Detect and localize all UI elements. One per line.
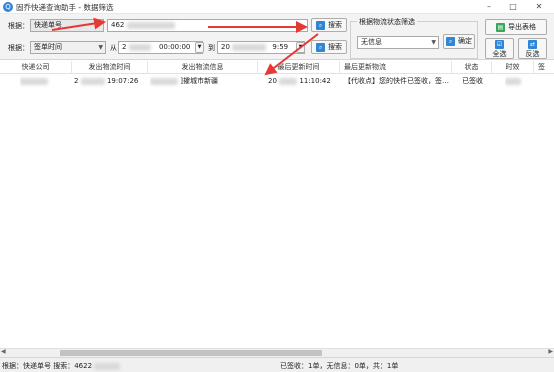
from-label: 从 — [110, 44, 117, 52]
column-header-extra[interactable]: 签 — [534, 61, 554, 74]
excel-icon: ▤ — [496, 22, 505, 32]
status-filter-group: 根据物流状态筛选 无信息 ▼ ⌕ 确定 — [350, 17, 478, 59]
filter-icon: ⌕ — [446, 36, 455, 46]
time-type-combo[interactable]: 签单时间 ▼ — [30, 41, 106, 54]
horizontal-scrollbar[interactable]: ◀ ▶ — [0, 348, 554, 357]
filter-by-label-2: 根据： — [8, 44, 29, 52]
column-header-company[interactable]: 快递公司 — [0, 61, 72, 74]
filter-type-combo[interactable]: 快递单号 — [30, 19, 104, 32]
invert-selection-button[interactable]: ⇄ 反选 — [518, 38, 547, 59]
status-summary: 已签收：1单，无信息：0单，共：1单 — [280, 362, 399, 370]
redacted-text — [126, 21, 175, 29]
scroll-right-icon[interactable]: ▶ — [548, 348, 553, 355]
filter-toolbar: 根据： 快递单号 462 ⌕ 搜索 根据： 签单时间 ▼ 从 2 00:00:00… — [0, 14, 554, 60]
select-all-icon: ☑ — [495, 40, 504, 49]
status-query-text: 根据：快递单号 搜索：4622 — [2, 361, 121, 371]
time-type-value: 签单时间 — [34, 43, 62, 51]
app-logo-icon: Q — [3, 2, 13, 12]
cell-send-info: ]攉城市新疆 — [150, 74, 258, 88]
window-title: 固乔快递查询助手 - 数据筛选 — [16, 3, 114, 12]
search-icon: ⌕ — [316, 42, 325, 52]
confirm-button[interactable]: ⌕ 确定 — [443, 34, 475, 49]
column-header-status[interactable]: 状态 — [452, 61, 492, 74]
maximize-button[interactable]: □ — [502, 0, 524, 14]
search-icon: ⌕ — [316, 20, 325, 30]
column-header-update-time[interactable]: 最后更新时间 — [258, 61, 340, 74]
to-date-dropdown[interactable]: ▼ — [296, 42, 305, 53]
chevron-down-icon: ▼ — [431, 39, 436, 46]
filter-type-value: 快递单号 — [34, 21, 62, 29]
minimize-button[interactable]: – — [478, 0, 500, 14]
from-date-dropdown[interactable]: ▼ — [195, 42, 204, 53]
cell-company — [20, 74, 60, 88]
export-table-button[interactable]: ▤ 导出表格 — [485, 19, 547, 35]
redacted-text — [20, 77, 48, 85]
scroll-left-icon[interactable]: ◀ — [1, 348, 6, 355]
table-row[interactable]: 2 19:07:26 ]攉城市新疆 20 11:10:42 【代收点】您的快件已… — [0, 74, 554, 88]
from-datetime-input[interactable]: 2 00:00:00 — [118, 41, 203, 54]
status-select[interactable]: 无信息 ▼ — [357, 36, 439, 49]
to-datetime-input[interactable]: 20 9:59 — [217, 41, 305, 54]
cell-status: 已签收 — [462, 77, 483, 85]
column-header-update-info[interactable]: 最后更新物流 — [340, 61, 452, 74]
filter-by-label: 根据： — [8, 22, 29, 30]
to-label: 到 — [208, 44, 215, 52]
select-all-button[interactable]: ☑ 全选 — [485, 38, 514, 59]
cell-send-time: 2 19:07:26 — [74, 77, 139, 85]
cell-update-time: 20 11:10:42 — [268, 77, 331, 85]
column-header-duration[interactable]: 时效 — [492, 61, 534, 74]
search-button[interactable]: ⌕ 搜索 — [311, 18, 347, 32]
column-header-send-info[interactable]: 发出物流信息 — [148, 61, 258, 74]
cell-duration — [505, 74, 531, 88]
search-button-2[interactable]: ⌕ 搜索 — [311, 40, 347, 54]
table-header: 快递公司 发出物流时间 发出物流信息 最后更新时间 最后更新物流 状态 时效 签 — [0, 61, 554, 74]
invert-selection-icon: ⇄ — [528, 40, 537, 49]
tracking-number-input[interactable]: 462 — [107, 19, 308, 32]
scrollbar-thumb[interactable] — [60, 350, 322, 356]
status-filter-title: 根据物流状态筛选 — [357, 17, 417, 27]
redacted-text — [505, 77, 521, 85]
cell-update-info: 【代收点】您的快件已签收，签… — [344, 77, 449, 85]
cell-extra — [540, 74, 554, 88]
column-header-send-time[interactable]: 发出物流时间 — [72, 61, 148, 74]
redacted-text — [94, 362, 121, 370]
results-table[interactable]: 快递公司 发出物流时间 发出物流信息 最后更新时间 最后更新物流 状态 时效 签… — [0, 61, 554, 357]
close-button[interactable]: ✕ — [528, 0, 550, 14]
chevron-down-icon: ▼ — [98, 44, 103, 51]
title-bar: Q 固乔快递查询助手 - 数据筛选 – □ ✕ — [0, 0, 554, 14]
status-bar: 根据：快递单号 搜索：4622 已签收：1单，无信息：0单，共：1单 — [0, 357, 554, 372]
